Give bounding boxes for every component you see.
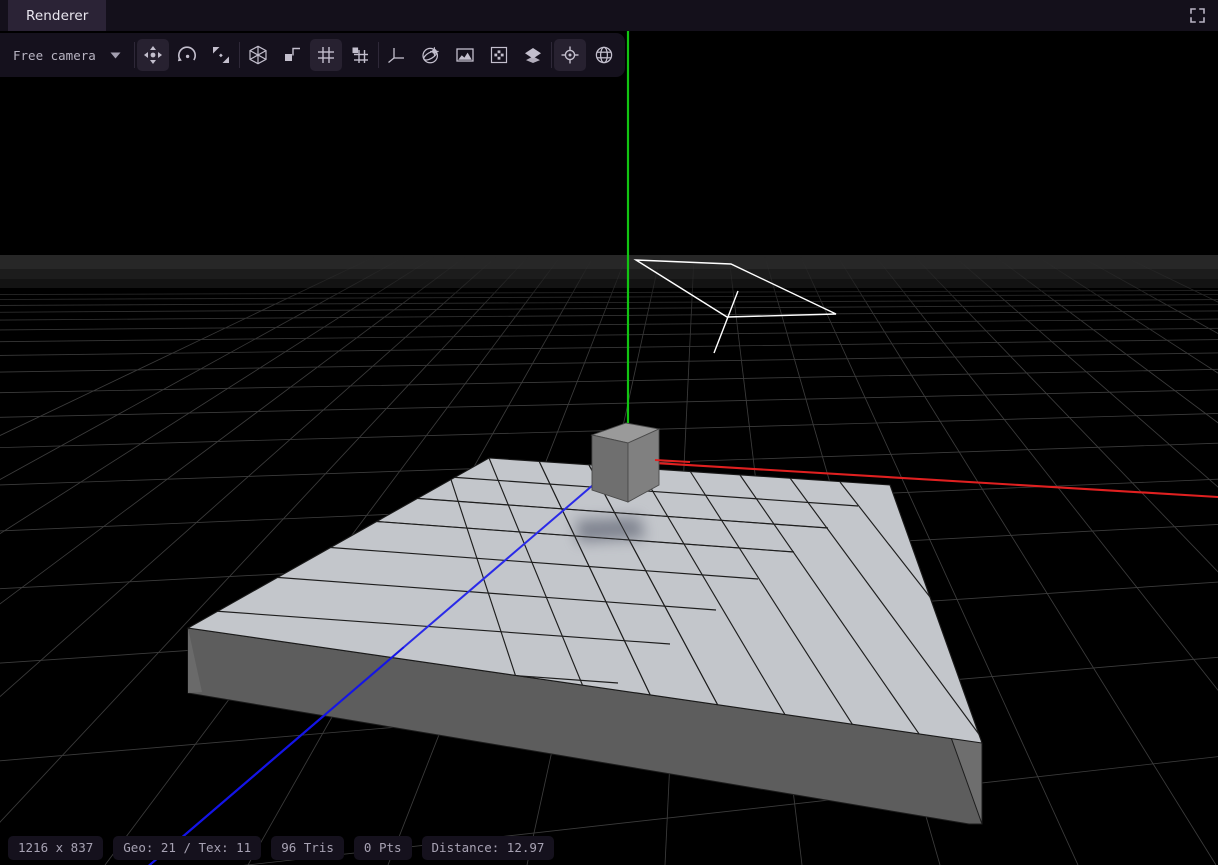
world-space-button[interactable] bbox=[588, 39, 620, 71]
viewport-3d[interactable] bbox=[0, 31, 1218, 865]
distance-stat: Distance: 12.97 bbox=[422, 836, 555, 860]
axis-tripod-icon bbox=[387, 45, 407, 65]
rotate-tool-button[interactable] bbox=[171, 39, 203, 71]
fullscreen-button[interactable] bbox=[1184, 3, 1210, 29]
camera-mode-label: Free camera bbox=[13, 48, 96, 63]
globe-icon bbox=[594, 45, 614, 65]
scene-render bbox=[0, 31, 1218, 865]
select-box-button[interactable] bbox=[483, 39, 515, 71]
renderer-window: Renderer Free camera bbox=[0, 0, 1218, 865]
points-stat: 0 Pts bbox=[354, 836, 412, 860]
move-tool-button[interactable] bbox=[137, 39, 169, 71]
fullscreen-icon bbox=[1190, 8, 1205, 23]
tab-renderer-label: Renderer bbox=[26, 8, 88, 24]
triangles-stat: 96 Tris bbox=[271, 836, 344, 860]
viewport-toolbar: Free camera bbox=[0, 33, 625, 77]
layers-button[interactable] bbox=[517, 39, 549, 71]
crosshair-target-icon bbox=[560, 45, 580, 65]
pivot-snap-button[interactable] bbox=[276, 39, 308, 71]
wire-cube-icon bbox=[248, 45, 268, 65]
title-bar-actions bbox=[1184, 0, 1218, 31]
title-bar: Renderer bbox=[0, 0, 1218, 31]
move-gizmo-icon bbox=[143, 45, 163, 65]
bounding-box-button[interactable] bbox=[242, 39, 274, 71]
grid-snap-button[interactable] bbox=[344, 39, 376, 71]
tab-renderer[interactable]: Renderer bbox=[8, 0, 106, 31]
toolbar-divider bbox=[378, 42, 379, 68]
scale-gizmo-icon bbox=[211, 45, 231, 65]
orientation-button[interactable] bbox=[415, 39, 447, 71]
scale-tool-button[interactable] bbox=[205, 39, 237, 71]
pivot-corner-icon bbox=[282, 45, 302, 65]
toolbar-divider bbox=[134, 42, 135, 68]
chevron-down-icon bbox=[110, 52, 121, 59]
select-box-icon bbox=[489, 45, 509, 65]
layers-icon bbox=[523, 45, 543, 65]
image-icon bbox=[455, 45, 475, 65]
toolbar-divider bbox=[239, 42, 240, 68]
geo-tex-stat: Geo: 21 / Tex: 11 bbox=[113, 836, 261, 860]
orbit-target-icon bbox=[421, 45, 441, 65]
grid-snap-icon bbox=[350, 45, 370, 65]
resolution-stat: 1216 x 837 bbox=[8, 836, 103, 860]
camera-mode-select[interactable]: Free camera bbox=[0, 33, 133, 77]
toolbar-divider bbox=[551, 42, 552, 68]
axis-gizmo-button[interactable] bbox=[381, 39, 413, 71]
environment-button[interactable] bbox=[449, 39, 481, 71]
cube-mesh[interactable] bbox=[592, 423, 659, 502]
grid-button[interactable] bbox=[310, 39, 342, 71]
status-bar: 1216 x 837 Geo: 21 / Tex: 11 96 Tris 0 P… bbox=[0, 831, 554, 865]
rotate-gizmo-icon bbox=[177, 45, 197, 65]
grid-icon bbox=[316, 45, 336, 65]
focus-target-button[interactable] bbox=[554, 39, 586, 71]
